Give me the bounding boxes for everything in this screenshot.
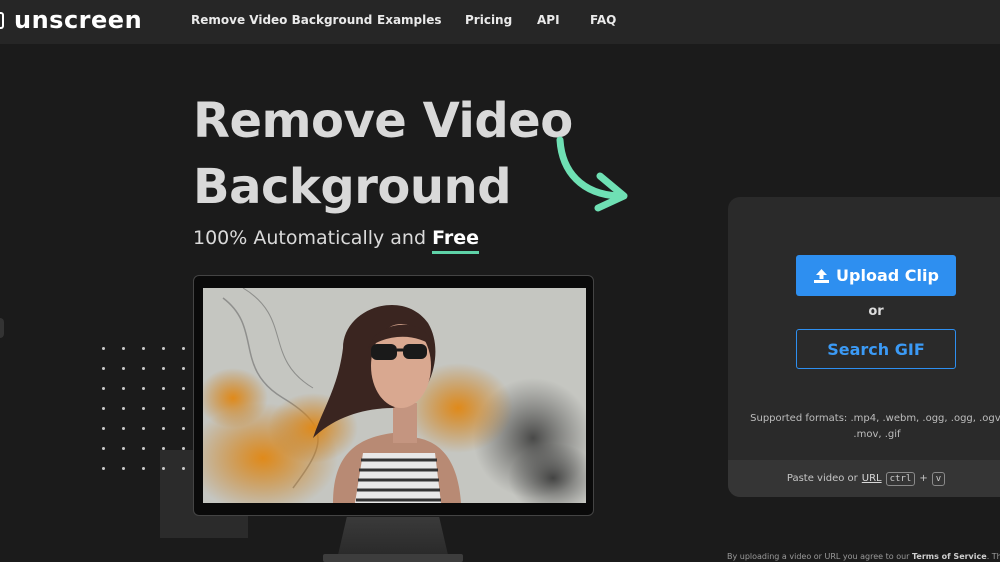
decorative-dot — [182, 367, 185, 370]
curved-arrow-icon — [556, 136, 628, 212]
decorative-dot — [102, 347, 105, 350]
search-gif-button[interactable]: Search GIF — [796, 329, 956, 369]
decorative-dot — [162, 447, 165, 450]
decorative-dot — [182, 407, 185, 410]
nav-link-api[interactable]: API — [537, 13, 560, 27]
hero-subtitle: 100% Automatically and Free — [193, 227, 479, 254]
decorative-dot — [162, 407, 165, 410]
kbd-ctrl: ctrl — [885, 471, 916, 486]
hero-subtitle-free: Free — [432, 227, 479, 254]
kbd-v: v — [931, 471, 946, 486]
decorative-dot — [142, 407, 145, 410]
demo-video-illustration — [203, 288, 586, 503]
upload-panel: Upload Clip or Search GIF Supported form… — [728, 197, 1000, 497]
decorative-dot — [122, 407, 125, 410]
decorative-dot — [122, 447, 125, 450]
decorative-dot — [162, 467, 165, 470]
decorative-dot — [142, 467, 145, 470]
decorative-dot — [122, 367, 125, 370]
decorative-dot — [142, 347, 145, 350]
decorative-dot — [162, 347, 165, 350]
decorative-dot — [162, 387, 165, 390]
or-separator: or — [868, 304, 884, 319]
decorative-dot — [122, 467, 125, 470]
decorative-dot — [122, 347, 125, 350]
decorative-dot — [162, 367, 165, 370]
decorative-dot — [142, 447, 145, 450]
nav-link-pricing[interactable]: Pricing — [465, 13, 512, 27]
decorative-dot — [142, 367, 145, 370]
kbd-plus: + — [919, 473, 928, 484]
decorative-dot — [162, 427, 165, 430]
decorative-dot — [122, 387, 125, 390]
legal-suffix: . This site — [986, 552, 1000, 561]
decorative-dot — [102, 447, 105, 450]
nav-link-examples[interactable]: Examples — [377, 13, 442, 27]
decorative-blip — [0, 318, 4, 338]
decorative-dot — [122, 427, 125, 430]
legal-notice: By uploading a video or URL you agree to… — [727, 552, 1000, 561]
nav-link-faq[interactable]: FAQ — [590, 13, 616, 27]
decorative-dot — [102, 427, 105, 430]
decorative-dot — [102, 467, 105, 470]
upload-clip-button[interactable]: Upload Clip — [796, 255, 956, 296]
demo-video-frame — [203, 288, 586, 503]
decorative-dot — [102, 407, 105, 410]
supported-formats-text: Supported formats: .mp4, .webm, .ogg, .o… — [750, 413, 1000, 440]
top-navbar: unscreen Remove Video Background Example… — [0, 0, 1000, 44]
decorative-dot — [102, 367, 105, 370]
decorative-dot — [102, 387, 105, 390]
demo-monitor — [193, 275, 594, 516]
monitor-stand — [338, 517, 448, 555]
logo-text: unscreen — [14, 6, 143, 34]
monitor-stand-base — [323, 554, 463, 562]
decorative-dot — [182, 427, 185, 430]
paste-video-bar: Paste video or URL ctrl + v — [728, 460, 1000, 497]
decorative-dot — [182, 467, 185, 470]
upload-clip-label: Upload Clip — [836, 266, 939, 285]
legal-prefix: By uploading a video or URL you agree to… — [727, 552, 910, 561]
nav-link-remove-video-background[interactable]: Remove Video Background — [191, 13, 372, 27]
decorative-dot — [142, 427, 145, 430]
upload-icon — [814, 268, 830, 283]
logo[interactable]: unscreen — [0, 6, 142, 34]
paste-url-link[interactable]: URL — [862, 473, 882, 484]
logo-mark-icon — [0, 11, 4, 29]
decorative-dot — [182, 387, 185, 390]
decorative-dot — [142, 387, 145, 390]
terms-of-service-link[interactable]: Terms of Service — [912, 552, 987, 561]
hero-subtitle-text: 100% Automatically and — [193, 227, 427, 249]
decorative-dot — [182, 347, 185, 350]
paste-video-text: Paste video or — [786, 473, 858, 484]
decorative-dot — [182, 447, 185, 450]
